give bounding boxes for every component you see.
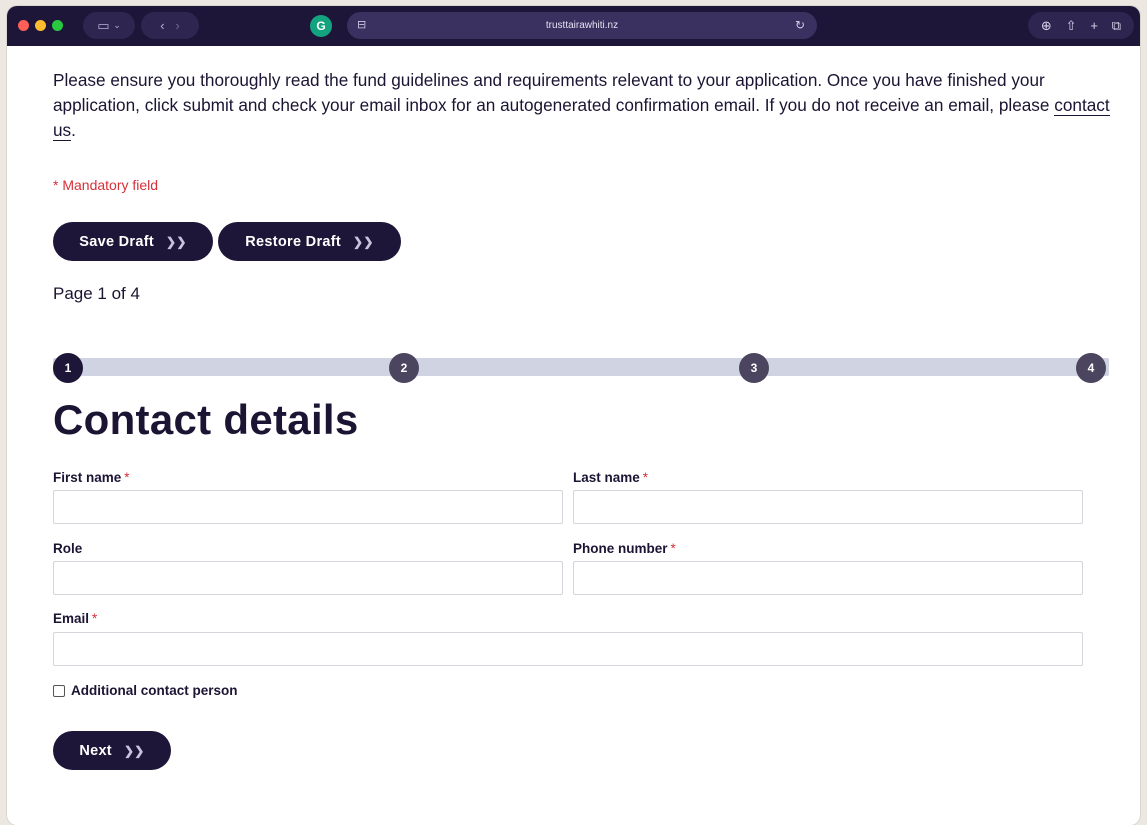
minimize-window-button[interactable] bbox=[35, 20, 46, 31]
step-1-indicator: 1 bbox=[53, 353, 83, 383]
intro-text-end: . bbox=[71, 120, 76, 140]
tab-overview-icon[interactable]: ⧉ bbox=[1112, 18, 1121, 34]
phone-number-input[interactable] bbox=[573, 561, 1083, 595]
page-settings-icon[interactable]: ⊟ bbox=[357, 18, 366, 31]
intro-text: Please ensure you thoroughly read the fu… bbox=[53, 70, 1055, 115]
page-title: Contact details bbox=[53, 396, 359, 443]
sidebar-icon: ▭ bbox=[97, 17, 110, 33]
browser-window: ▭ ⌄ ‹ › G ⊟ trusttairawhiti.nz ↻ ⊕ ⇧ + ⧉… bbox=[7, 6, 1140, 825]
next-label: Next bbox=[79, 742, 112, 759]
zoom-window-button[interactable] bbox=[52, 20, 63, 31]
additional-contact-option[interactable]: Additional contact person bbox=[53, 683, 238, 698]
required-marker: * bbox=[92, 611, 98, 626]
back-icon[interactable]: ‹ bbox=[160, 18, 164, 33]
chevron-right-icon: ❯❯ bbox=[123, 743, 145, 758]
email-input[interactable] bbox=[53, 632, 1083, 666]
window-controls bbox=[18, 20, 63, 31]
history-nav: ‹ › bbox=[141, 12, 199, 39]
intro-paragraph: Please ensure you thoroughly read the fu… bbox=[53, 68, 1113, 143]
step-2-indicator: 2 bbox=[389, 353, 419, 383]
restore-draft-button[interactable]: Restore Draft ❯❯ bbox=[218, 222, 401, 261]
downloads-icon[interactable]: ⊕ bbox=[1041, 18, 1052, 34]
required-marker: * bbox=[642, 470, 649, 485]
share-icon[interactable]: ⇧ bbox=[1066, 18, 1077, 34]
last-name-label: Last name * bbox=[573, 470, 649, 485]
required-marker: * bbox=[124, 470, 130, 485]
first-name-label: First name * bbox=[53, 470, 130, 485]
step-4-indicator: 4 bbox=[1076, 353, 1106, 383]
required-marker: * bbox=[670, 541, 676, 556]
url-text: trusttairawhiti.nz bbox=[545, 20, 619, 31]
new-tab-icon[interactable]: + bbox=[1090, 18, 1098, 33]
additional-contact-label: Additional contact person bbox=[71, 683, 238, 698]
email-label: Email * bbox=[53, 611, 98, 626]
mandatory-field-note: * Mandatory field bbox=[53, 177, 159, 193]
first-name-input[interactable] bbox=[53, 490, 563, 524]
restore-draft-label: Restore Draft bbox=[245, 233, 342, 250]
forward-icon[interactable]: › bbox=[175, 18, 179, 33]
reload-icon[interactable]: ↻ bbox=[795, 18, 805, 32]
page-indicator: Page 1 of 4 bbox=[53, 284, 140, 303]
grammarly-extension-icon[interactable]: G bbox=[310, 15, 332, 37]
next-button[interactable]: Next ❯❯ bbox=[53, 731, 171, 770]
save-draft-label: Save Draft bbox=[79, 233, 154, 250]
role-label: Role bbox=[53, 541, 83, 556]
chevron-right-icon: ❯❯ bbox=[166, 234, 187, 249]
chevron-down-icon: ⌄ bbox=[113, 20, 121, 30]
address-bar[interactable]: ⊟ trusttairawhiti.nz ↻ bbox=[347, 12, 817, 39]
toolbar-actions: ⊕ ⇧ + ⧉ bbox=[1028, 12, 1134, 39]
close-window-button[interactable] bbox=[18, 20, 29, 31]
step-3-indicator: 3 bbox=[739, 353, 769, 383]
additional-contact-checkbox[interactable] bbox=[53, 684, 65, 697]
browser-toolbar: ▭ ⌄ ‹ › G ⊟ trusttairawhiti.nz ↻ ⊕ ⇧ + ⧉ bbox=[7, 6, 1140, 46]
last-name-input[interactable] bbox=[573, 490, 1083, 524]
phone-number-label: Phone number * bbox=[573, 541, 676, 556]
sidebar-toggle-button[interactable]: ▭ ⌄ bbox=[83, 12, 135, 39]
chevron-right-icon: ❯❯ bbox=[353, 234, 374, 249]
save-draft-button[interactable]: Save Draft ❯❯ bbox=[53, 222, 213, 261]
progress-bar bbox=[53, 358, 1109, 376]
role-input[interactable] bbox=[53, 561, 563, 595]
